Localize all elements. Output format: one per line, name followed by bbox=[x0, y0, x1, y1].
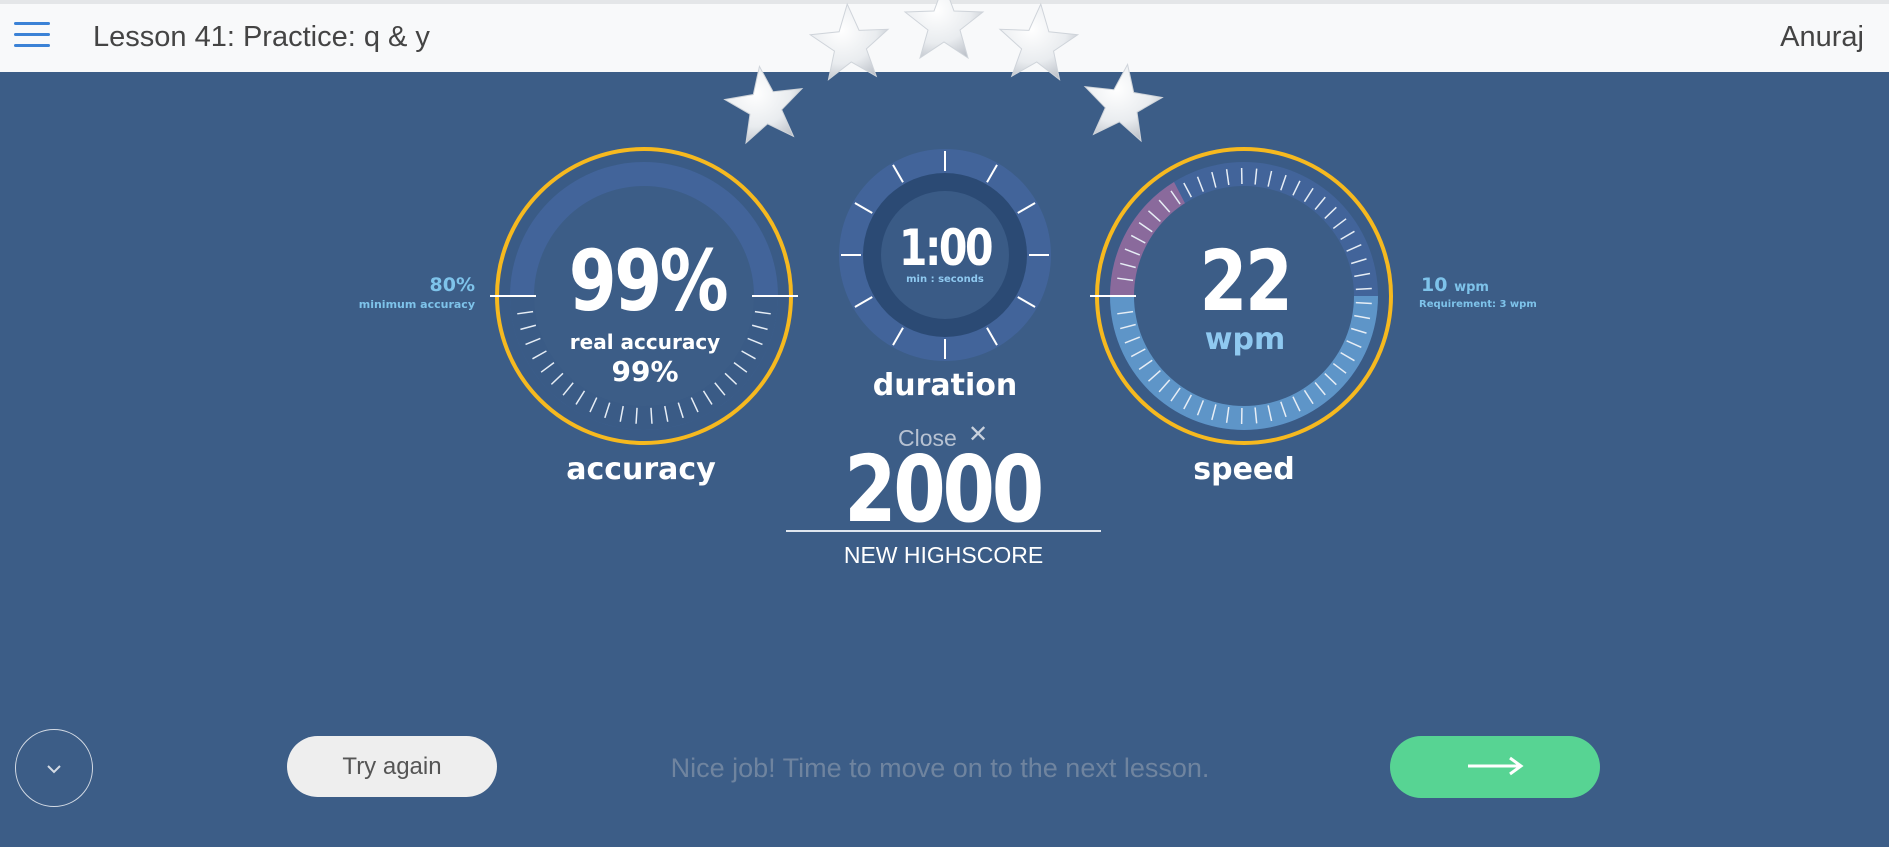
next-lesson-button[interactable] bbox=[1390, 736, 1600, 798]
speed-target-value: 10 bbox=[1421, 274, 1448, 296]
lesson-title: Lesson 41: Practice: q & y bbox=[93, 21, 430, 53]
speed-target-unit: wpm bbox=[1454, 280, 1489, 295]
top-bar: Lesson 41: Practice: q & y Anuraj bbox=[0, 0, 1889, 72]
chevron-down-icon bbox=[47, 765, 61, 774]
speed-value: 22 bbox=[1199, 232, 1293, 330]
real-accuracy-label: real accuracy bbox=[569, 330, 721, 354]
try-again-button[interactable]: Try again bbox=[287, 736, 497, 797]
duration-label: duration bbox=[872, 368, 1018, 403]
highscore-value: 2000 bbox=[844, 436, 1044, 543]
speed-unit: wpm bbox=[1204, 322, 1286, 357]
duration-value: 1:00 bbox=[898, 219, 994, 277]
divider bbox=[786, 530, 1101, 532]
speed-requirement: Requirement: 3 wpm bbox=[1419, 299, 1537, 310]
hamburger-menu-icon[interactable] bbox=[14, 22, 50, 52]
star-icon bbox=[723, 64, 804, 145]
accuracy-value: 99% bbox=[568, 232, 729, 330]
scroll-down-button[interactable] bbox=[15, 729, 93, 807]
result-message: Nice job! Time to move on to the next le… bbox=[670, 753, 1210, 783]
speed-label: speed bbox=[1193, 452, 1295, 487]
accuracy-label: accuracy bbox=[566, 452, 716, 487]
real-accuracy-value: 99% bbox=[611, 355, 679, 388]
duration-unit: min : seconds bbox=[906, 274, 984, 285]
minimum-accuracy-value: 80% bbox=[429, 274, 475, 296]
minimum-accuracy-label: minimum accuracy bbox=[358, 298, 475, 311]
highscore-label: NEW HIGHSCORE bbox=[843, 542, 1044, 568]
user-name[interactable]: Anuraj bbox=[1780, 21, 1864, 54]
arrow-right-icon bbox=[1468, 756, 1524, 775]
speed-target: 10 wpm bbox=[1421, 274, 1489, 296]
